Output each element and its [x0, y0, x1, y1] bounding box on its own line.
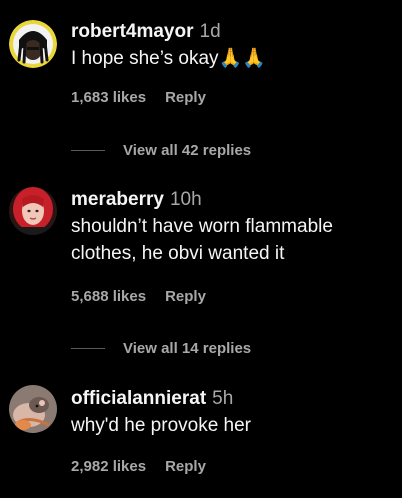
comment-header: meraberry 10h	[71, 188, 394, 212]
likes-count[interactable]: 2,982 likes	[71, 458, 146, 475]
comment-header: officialannierat 5h	[71, 387, 394, 411]
profile-photo-red-hair-icon	[9, 187, 57, 235]
comment-text: I hope she’s okay🙏🙏	[71, 48, 266, 69]
reply-button[interactable]: Reply	[165, 288, 206, 305]
divider	[71, 347, 105, 349]
comment-actions: 1,683 likes Reply	[71, 89, 206, 106]
reply-button[interactable]: Reply	[165, 458, 206, 475]
timestamp: 10h	[169, 189, 202, 210]
profile-photo-rat-icon	[9, 385, 57, 433]
likes-count[interactable]: 1,683 likes	[71, 89, 146, 106]
view-replies-label: View all 42 replies	[123, 141, 252, 159]
view-replies-button[interactable]: View all 14 replies	[71, 338, 251, 358]
divider	[71, 149, 105, 151]
avatar[interactable]	[9, 20, 57, 68]
view-replies-label: View all 14 replies	[123, 339, 252, 357]
comment-body: robert4mayor 1d I hope she’s okay🙏🙏	[71, 20, 394, 72]
avatar[interactable]	[9, 385, 57, 433]
reply-button[interactable]: Reply	[165, 89, 206, 106]
likes-count[interactable]: 5,688 likes	[71, 288, 146, 305]
avatar[interactable]	[9, 187, 57, 235]
comment-text: why'd he provoke her	[71, 415, 252, 436]
username-link[interactable]: officialannierat	[71, 388, 206, 409]
view-replies-button[interactable]: View all 42 replies	[71, 140, 251, 160]
timestamp: 1d	[199, 21, 221, 42]
comment-actions: 5,688 likes Reply	[71, 288, 206, 305]
comment-text: shouldn’t have worn flammable clothes, h…	[71, 216, 333, 264]
comment-body: meraberry 10h shouldn’t have worn flammab…	[71, 188, 394, 267]
comment-actions: 2,982 likes Reply	[71, 458, 206, 475]
comment-header: robert4mayor 1d	[71, 20, 394, 44]
timestamp: 5h	[212, 388, 234, 409]
username-link[interactable]: meraberry	[71, 189, 164, 210]
comment-body: officialannierat 5h why'd he provoke her	[71, 387, 394, 439]
profile-photo-dreadlocks-icon	[9, 20, 57, 68]
username-link[interactable]: robert4mayor	[71, 21, 194, 42]
